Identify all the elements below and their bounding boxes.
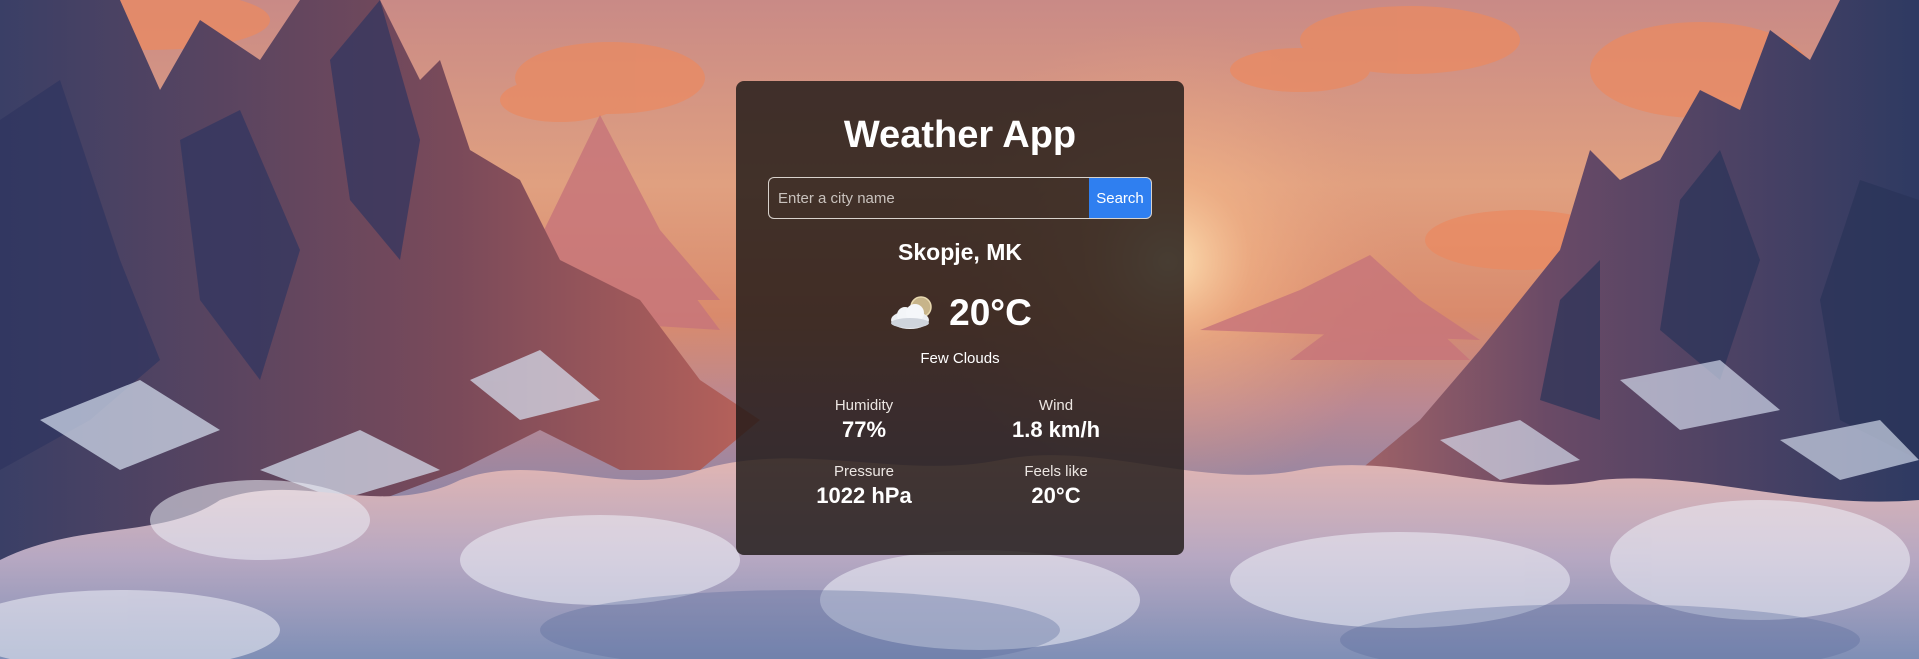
detail-label: Wind [1038,397,1074,414]
temperature-row: 20°C [736,290,1184,336]
feels-like-value: 20°C [1031,483,1081,508]
feels-like-detail: Feels like 20°C [960,462,1152,510]
humidity-detail: Humidity 77% [768,396,960,444]
weather-details: Humidity 77% Wind 1.8 km/h Pressure 1022… [768,396,1152,510]
weather-card: Weather App Search Skopje, MK 20°C Few C… [736,81,1184,555]
pressure-value: 1022 hPa [816,483,912,508]
detail-label: Feels like [1024,463,1088,480]
page-title: Weather App [843,114,1077,156]
wind-detail: Wind 1.8 km/h [960,396,1152,444]
few-clouds-icon [891,296,932,329]
location-name: Skopje, MK [898,239,1022,265]
pressure-detail: Pressure 1022 hPa [768,462,960,510]
temperature: 20°C [949,292,1032,333]
search-button[interactable]: Search [1089,177,1152,219]
weather-description: Few Clouds [920,350,1000,367]
humidity-value: 77% [841,417,887,442]
detail-label: Humidity [834,397,894,414]
detail-label: Pressure [833,463,895,480]
city-search-input[interactable] [768,177,1089,219]
wind-value: 1.8 km/h [1011,417,1101,442]
search-bar: Search [768,177,1152,219]
